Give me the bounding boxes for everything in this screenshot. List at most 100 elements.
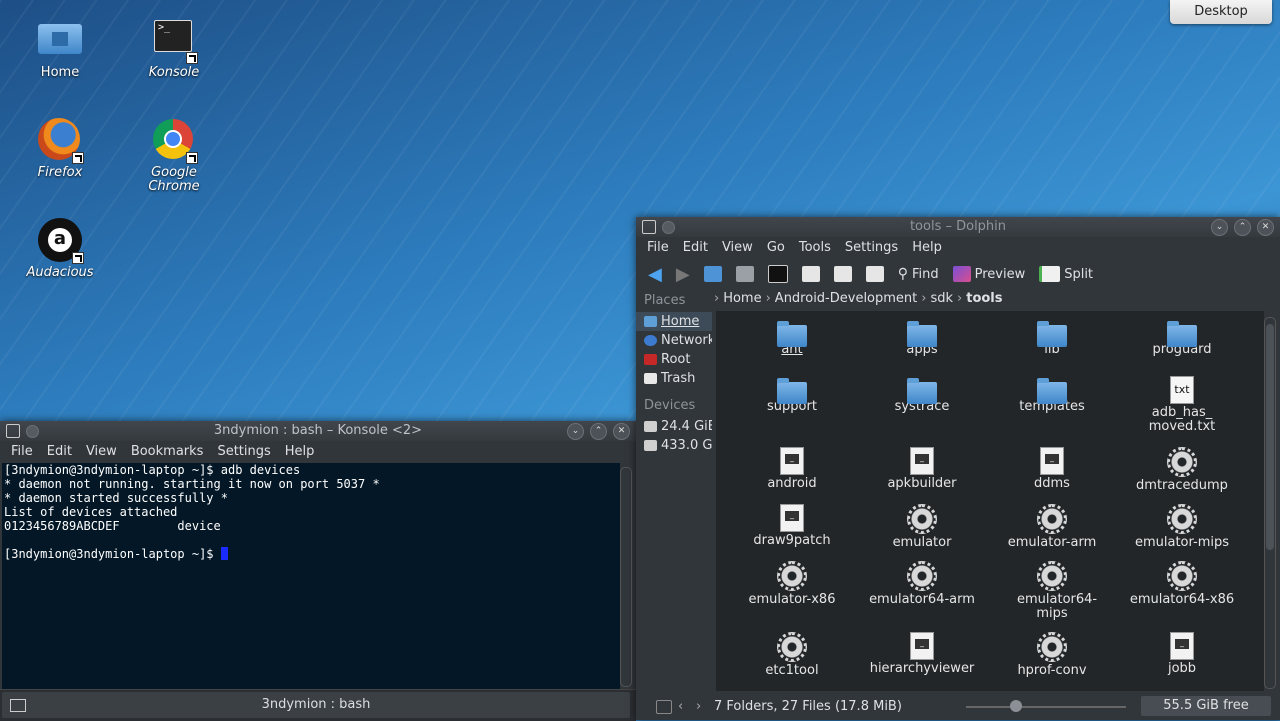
file-item-hprof-conv[interactable]: hprof-conv [990, 632, 1114, 678]
maximize-button[interactable]: ⌃ [590, 423, 607, 440]
menu-edit[interactable]: Edit [676, 237, 715, 259]
executable-gear-icon [777, 561, 807, 591]
menu-settings[interactable]: Settings [838, 237, 905, 259]
compact-view-button[interactable] [830, 262, 856, 286]
chevron-right-icon[interactable]: › [696, 693, 701, 720]
file-item-proguard[interactable]: proguard [1120, 319, 1244, 357]
menu-help[interactable]: Help [278, 441, 322, 463]
file-item-emulator64-mips[interactable]: emulator64- mips [990, 561, 1114, 621]
file-view-scrollbar[interactable] [1264, 317, 1276, 689]
minimize-button[interactable]: ⌄ [1211, 219, 1228, 236]
menu-tools[interactable]: Tools [792, 237, 838, 259]
file-item-emulator[interactable]: emulator [860, 504, 984, 550]
desktop-pager-button[interactable]: Desktop [1170, 0, 1272, 24]
close-button[interactable]: ✕ [1257, 219, 1274, 236]
maximize-button[interactable]: ⌃ [1234, 219, 1251, 236]
menu-settings[interactable]: Settings [210, 441, 277, 463]
split-label: Split [1064, 266, 1094, 282]
file-view[interactable]: ant apps lib proguard support systrace templat… [716, 311, 1264, 691]
breadcrumb-current[interactable]: tools [966, 291, 1002, 306]
dolphin-titlebar[interactable]: tools – Dolphin ⌄ ⌃ ✕ [636, 217, 1280, 237]
file-item-emulator64-arm[interactable]: emulator64-arm [860, 561, 984, 607]
file-item-emulator-mips[interactable]: emulator-mips [1120, 504, 1244, 550]
desktop-icon-konsole[interactable]: >_ Konsole [126, 18, 222, 80]
file-item-apkbuilder[interactable]: apkbuilder [860, 447, 984, 491]
file-item-support[interactable]: support [730, 376, 854, 414]
desktop-icon-firefox[interactable]: Firefox [12, 118, 108, 180]
home-folder-icon [38, 18, 82, 62]
menu-edit[interactable]: Edit [40, 441, 79, 463]
preview-button[interactable]: Preview [949, 262, 1030, 286]
file-name: draw9patch [753, 533, 831, 548]
zoom-slider-handle[interactable] [1010, 700, 1022, 712]
split-button[interactable]: Split [1035, 262, 1097, 286]
file-item-templates[interactable]: templates [990, 376, 1114, 414]
on-all-desktops-icon[interactable] [26, 425, 39, 438]
icons-view-button[interactable] [798, 262, 824, 286]
menu-go[interactable]: Go [760, 237, 792, 259]
konsole-titlebar[interactable]: 3ndymion : bash – Konsole <2> ⌄ ⌃ ✕ [0, 421, 636, 441]
binoculars-icon: ⚲ [897, 266, 908, 282]
menu-bookmarks[interactable]: Bookmarks [124, 441, 211, 463]
file-item-emulator64-x86[interactable]: emulator64-x86 [1120, 561, 1244, 607]
file-item-apps[interactable]: apps [860, 319, 984, 357]
file-item-systrace[interactable]: systrace [860, 376, 984, 414]
menu-file[interactable]: File [640, 237, 676, 259]
file-item-lib[interactable]: lib [990, 319, 1114, 357]
place-root[interactable]: Root [636, 350, 712, 369]
file-item-ddms[interactable]: ddms [990, 447, 1114, 491]
menu-view[interactable]: View [715, 237, 760, 259]
place-trash[interactable]: Trash [636, 369, 712, 388]
file-item-dmtracedump[interactable]: dmtracedump [1120, 447, 1244, 493]
window-menu-icon[interactable] [6, 424, 20, 438]
find-button[interactable]: ⚲ Find [894, 262, 943, 286]
close-button[interactable]: ✕ [613, 423, 630, 440]
terminal-button[interactable] [764, 262, 792, 286]
zoom-slider-track[interactable] [966, 706, 1126, 708]
dolphin-menubar: File Edit View Go Tools Settings Help [636, 237, 1280, 259]
minimize-button[interactable]: ⌄ [567, 423, 584, 440]
back-button[interactable]: ◀ [644, 262, 666, 286]
device-item[interactable]: 24.4 GiB [636, 417, 712, 436]
file-item-hierarchyviewer[interactable]: hierarchyviewer [860, 632, 984, 676]
terminal-line: 0123456789ABCDEF device [4, 519, 221, 533]
executable-gear-icon [1037, 561, 1067, 591]
file-item-adb-has-moved-txt[interactable]: txt adb_has_ moved.txt [1120, 376, 1244, 434]
desktop-icon-home[interactable]: Home [12, 18, 108, 80]
details-view-button[interactable] [862, 262, 888, 286]
desktop-icon-label: Konsole [148, 65, 200, 80]
terminal-scrollbar[interactable] [620, 467, 632, 687]
on-all-desktops-icon[interactable] [662, 221, 675, 234]
desktop-icon-label: Google Chrome [148, 165, 200, 194]
forward-button[interactable]: ▶ [672, 262, 694, 286]
menu-view[interactable]: View [79, 441, 124, 463]
file-item-ant[interactable]: ant [730, 319, 854, 357]
file-item-etc1tool[interactable]: etc1tool [730, 632, 854, 678]
file-item-draw9patch[interactable]: draw9patch [730, 504, 854, 548]
window-menu-icon[interactable] [642, 220, 656, 234]
new-file-button[interactable] [732, 262, 758, 286]
desktop-icon-audacious[interactable]: a Audacious [12, 218, 108, 280]
terminal-output[interactable]: [3ndymion@3ndymion-laptop ~]$ adb device… [2, 463, 620, 689]
place-home[interactable]: Home [636, 312, 712, 331]
new-folder-button[interactable] [700, 262, 726, 286]
file-name: emulator-mips [1134, 535, 1230, 550]
file-item-emulator-arm[interactable]: emulator-arm [990, 504, 1114, 550]
chevron-left-icon[interactable]: ‹ [678, 693, 683, 720]
statusbar-left-icon[interactable] [656, 700, 672, 714]
menu-file[interactable]: File [4, 441, 40, 463]
breadcrumb-item[interactable]: sdk [930, 291, 953, 306]
device-item[interactable]: 433.0 GiB [636, 436, 712, 455]
desktop-icon-label: Firefox [37, 165, 83, 180]
taskbar-task-konsole[interactable]: 3ndymion : bash [2, 692, 630, 718]
place-network[interactable]: Network [636, 331, 712, 350]
breadcrumb-item[interactable]: Home [723, 291, 761, 306]
menu-help[interactable]: Help [905, 237, 949, 259]
firefox-icon [38, 118, 84, 164]
file-item-emulator-x86[interactable]: emulator-x86 [730, 561, 854, 607]
desktop-icon-chrome[interactable]: Google Chrome [126, 118, 222, 194]
file-item-jobb[interactable]: jobb [1120, 632, 1244, 676]
terminal-prompt: [3ndymion@3ndymion-laptop ~]$ [4, 547, 221, 561]
file-item-android[interactable]: android [730, 447, 854, 491]
breadcrumb-item[interactable]: Android-Development [775, 291, 917, 306]
